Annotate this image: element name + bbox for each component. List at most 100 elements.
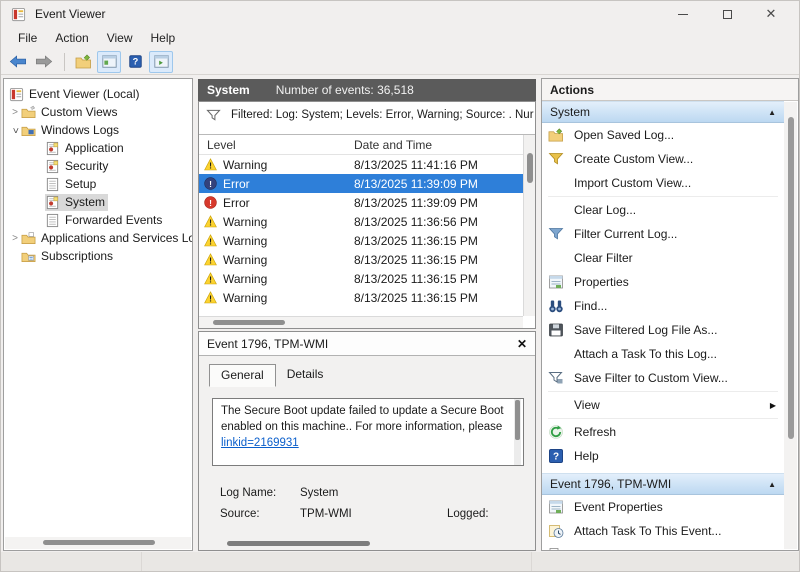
- action-event-properties[interactable]: Event Properties: [542, 495, 784, 519]
- tree-item-setup[interactable]: Setup: [4, 175, 192, 193]
- event-level: Warning: [223, 234, 354, 248]
- action-attach-task-to-event[interactable]: Attach Task To This Event...: [542, 519, 784, 543]
- actions-section-event[interactable]: Event 1796, TPM-WMI ▲: [542, 473, 784, 495]
- scrollbar-thumb[interactable]: [43, 540, 155, 545]
- details-horizontal-scrollbar[interactable]: [199, 537, 535, 550]
- column-header-datetime[interactable]: Date and Time: [354, 138, 535, 152]
- field-value: System: [300, 487, 450, 499]
- help-icon: ?: [548, 448, 564, 464]
- action-filter-current-log[interactable]: Filter Current Log...: [542, 222, 784, 246]
- log-icon: [45, 177, 60, 192]
- event-message-box[interactable]: The Secure Boot update failed to update …: [212, 398, 524, 466]
- details-close-icon[interactable]: ✕: [517, 337, 527, 351]
- chevron-down-icon[interactable]: >: [10, 124, 21, 136]
- menu-file[interactable]: File: [9, 29, 46, 47]
- tree-item-label: Windows Logs: [41, 123, 119, 137]
- log-header-bar: System Number of events: 36,518: [198, 79, 536, 101]
- event-row[interactable]: ! Warning 8/13/2025 11:36:15 PM: [199, 269, 523, 288]
- menu-help[interactable]: Help: [142, 29, 185, 47]
- refresh-icon: [548, 424, 564, 440]
- action-create-custom-view[interactable]: Create Custom View...: [542, 147, 784, 171]
- console-tree-toggle-button[interactable]: [97, 51, 121, 73]
- collapse-arrow-icon[interactable]: ▲: [768, 108, 776, 117]
- action-find[interactable]: Find...: [542, 294, 784, 318]
- tree-item-security[interactable]: Security: [4, 157, 192, 175]
- menu-view[interactable]: View: [98, 29, 142, 47]
- action-view[interactable]: View ▶: [542, 393, 784, 417]
- tree-item-applications-services-log[interactable]: > Applications and Services Log: [4, 229, 192, 247]
- no-icon: [548, 346, 564, 362]
- scrollbar-thumb[interactable]: [527, 153, 533, 183]
- tree-item-windows-logs[interactable]: > Windows Logs: [4, 121, 192, 139]
- action-copy[interactable]: Copy ▶: [542, 543, 784, 550]
- action-label: Create Custom View...: [574, 152, 784, 166]
- event-level: Warning: [223, 253, 354, 267]
- field-label: Logged:: [447, 508, 527, 520]
- filter-bar[interactable]: Filtered: Log: System; Levels: Error, Wa…: [199, 102, 535, 128]
- action-clear-log[interactable]: Clear Log...: [542, 198, 784, 222]
- event-row[interactable]: ! Warning 8/13/2025 11:41:16 PM: [199, 155, 523, 174]
- event-row[interactable]: ! Warning 8/13/2025 11:36:15 PM: [199, 288, 523, 307]
- event-row-selected[interactable]: ! Error 8/13/2025 11:39:09 PM: [199, 174, 523, 193]
- action-save-filter-to-custom-view[interactable]: Save Filter to Custom View...: [542, 366, 784, 390]
- filter-summary-text: Filtered: Log: System; Levels: Error, Wa…: [231, 109, 534, 121]
- actions-vertical-scrollbar[interactable]: [784, 102, 797, 549]
- action-open-saved-log[interactable]: Open Saved Log...: [542, 123, 784, 147]
- menu-action[interactable]: Action: [46, 29, 97, 47]
- collapse-arrow-icon[interactable]: ▲: [768, 480, 776, 489]
- tree-item-system[interactable]: System: [4, 193, 192, 211]
- actions-section-system[interactable]: System ▲: [542, 101, 784, 123]
- message-link[interactable]: linkid=2169931: [221, 437, 299, 449]
- maximize-button[interactable]: [705, 1, 749, 27]
- close-button[interactable]: ✕: [749, 1, 793, 27]
- open-saved-log-button[interactable]: [71, 51, 95, 73]
- window-title: Event Viewer: [35, 7, 105, 21]
- tree-item-custom-views[interactable]: > Custom Views: [4, 103, 192, 121]
- forward-button[interactable]: [32, 51, 56, 73]
- forward-arrow-icon: [35, 55, 53, 68]
- event-level: Warning: [223, 291, 354, 305]
- action-refresh[interactable]: Refresh: [542, 420, 784, 444]
- scrollbar-thumb[interactable]: [227, 541, 370, 546]
- tree-item-event-viewer-local[interactable]: Event Viewer (Local): [4, 85, 192, 103]
- event-list-vertical-scrollbar[interactable]: [523, 135, 535, 316]
- action-label: Save Filter to Custom View...: [574, 371, 784, 385]
- back-button[interactable]: [6, 51, 30, 73]
- event-list-horizontal-scrollbar[interactable]: [199, 316, 523, 328]
- action-help[interactable]: ? Help: [542, 444, 784, 468]
- tree-horizontal-scrollbar[interactable]: [5, 537, 191, 549]
- message-vertical-scrollbar[interactable]: [514, 399, 521, 465]
- minimize-button[interactable]: [661, 1, 705, 27]
- warning-icon: !: [204, 215, 217, 228]
- action-clear-filter[interactable]: Clear Filter: [542, 246, 784, 270]
- scrollbar-thumb[interactable]: [515, 400, 520, 440]
- chevron-right-icon[interactable]: >: [9, 107, 21, 118]
- action-properties[interactable]: Properties: [542, 270, 784, 294]
- event-row[interactable]: ! Warning 8/13/2025 11:36:15 PM: [199, 231, 523, 250]
- help-button[interactable]: ?: [123, 51, 147, 73]
- action-save-filtered-log[interactable]: Save Filtered Log File As...: [542, 318, 784, 342]
- tree-item-forwarded-events[interactable]: Forwarded Events: [4, 211, 192, 229]
- chevron-right-icon[interactable]: >: [9, 233, 21, 244]
- event-datetime: 8/13/2025 11:41:16 PM: [354, 158, 523, 172]
- action-label: Clear Filter: [574, 251, 784, 265]
- scrollbar-thumb[interactable]: [213, 320, 285, 325]
- action-import-custom-view[interactable]: Import Custom View...: [542, 171, 784, 195]
- tab-details[interactable]: Details: [276, 364, 335, 387]
- column-header-level[interactable]: Level: [199, 138, 354, 152]
- tab-general[interactable]: General: [209, 364, 276, 387]
- toolbar: ?: [1, 49, 799, 75]
- bottom-seam: [531, 552, 532, 572]
- event-datetime: 8/13/2025 11:36:15 PM: [354, 291, 523, 305]
- scrollbar-thumb[interactable]: [788, 117, 794, 439]
- action-attach-task-to-log[interactable]: Attach a Task To this Log...: [542, 342, 784, 366]
- tree-item-subscriptions[interactable]: Subscriptions: [4, 247, 192, 265]
- action-label: View: [574, 398, 770, 412]
- task-clock-icon: [548, 523, 564, 539]
- tree-item-application[interactable]: Application: [4, 139, 192, 157]
- event-row[interactable]: ! Warning 8/13/2025 11:36:56 PM: [199, 212, 523, 231]
- action-label: Save Filtered Log File As...: [574, 323, 784, 337]
- event-row[interactable]: ! Warning 8/13/2025 11:36:15 PM: [199, 250, 523, 269]
- action-pane-toggle-button[interactable]: [149, 51, 173, 73]
- event-row[interactable]: ! Error 8/13/2025 11:39:09 PM: [199, 193, 523, 212]
